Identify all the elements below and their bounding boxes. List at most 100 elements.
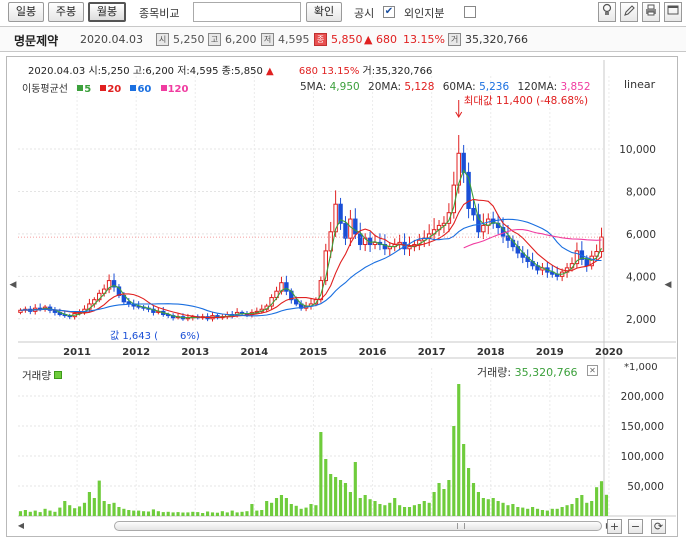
volume-close-icon[interactable]: ✕	[587, 365, 598, 376]
volume-bar	[210, 512, 215, 516]
volume-bar	[393, 498, 397, 516]
volume-bar	[402, 507, 407, 516]
max-annotation: 최대값 11,400 (-48.68%)	[464, 95, 588, 107]
volume-bar	[457, 384, 461, 516]
volume-bar	[176, 512, 180, 516]
volume-bar	[383, 505, 387, 516]
volume-bar	[471, 483, 476, 516]
volume-bar	[442, 489, 446, 516]
year-label: 2014	[240, 347, 268, 358]
year-label: 2013	[181, 347, 209, 358]
volume-bar	[245, 511, 249, 516]
hdr-pct: 13.15%	[321, 66, 360, 77]
volume-bar	[225, 512, 229, 516]
volume-bar	[289, 504, 293, 516]
ma120-period: 120	[167, 84, 189, 95]
volume-bar	[92, 498, 96, 516]
volume-tick-label: 200,000	[621, 391, 664, 403]
refresh-icon[interactable]: ⟳	[651, 519, 666, 534]
volume-bar	[378, 504, 382, 516]
chart-header-ohlc: 2020.04.03 시:5,250 고:6,200 저:4,595 종:5,8…	[28, 62, 432, 77]
ma-legend-label: 이동평균선	[22, 84, 68, 95]
candle-body	[471, 207, 476, 216]
hdr-volume: 거:35,320,766	[362, 66, 433, 77]
ma120-swatch	[160, 85, 167, 91]
volume-bar	[388, 502, 392, 516]
volume-bar	[270, 502, 274, 516]
ma60-swatch	[130, 85, 137, 91]
ma5-label: 5MA:	[300, 81, 327, 93]
volume-bar	[467, 468, 471, 516]
volume-bar	[181, 512, 185, 516]
ma20-value: 5,128	[404, 81, 435, 93]
volume-bar	[235, 512, 239, 516]
volume-bar	[156, 511, 160, 516]
volume-bar	[531, 507, 535, 516]
ma-legend: 이동평균선 5 20 60 120	[22, 80, 188, 95]
ma5-period: 5	[84, 84, 92, 95]
volume-bar	[363, 495, 367, 516]
scrollbar-thumb[interactable]	[114, 521, 602, 531]
volume-bar	[398, 505, 402, 516]
price-tick-label: 4,000	[626, 271, 656, 283]
hdr-high: 고:6,200	[132, 66, 175, 77]
horizontal-scrollbar[interactable]: ◀ ▶	[16, 521, 612, 531]
volume-bar	[555, 508, 559, 516]
volume-bar	[511, 504, 515, 516]
volume-bar	[43, 508, 47, 516]
ma20-period: 20	[107, 84, 122, 95]
volume-bar	[526, 508, 530, 516]
scale-mode-label[interactable]: linear	[624, 78, 655, 91]
volume-bar	[28, 511, 32, 516]
volume-bar	[68, 505, 72, 516]
volume-bar	[476, 492, 481, 516]
zoom-in-button[interactable]: +	[607, 519, 622, 534]
volume-bar	[97, 480, 101, 516]
volume-bar	[284, 498, 288, 516]
volume-bar	[368, 499, 372, 516]
candle-body	[348, 218, 353, 239]
min-annotation-pct: 6%)	[180, 331, 200, 342]
volume-bar	[137, 510, 141, 516]
zoom-out-button[interactable]: −	[628, 519, 643, 534]
volume-bar	[73, 508, 77, 516]
volume-tick-label: 100,000	[621, 451, 664, 463]
volume-swatch	[53, 371, 62, 379]
volume-bar	[319, 432, 323, 516]
volume-bar	[496, 501, 500, 516]
hdr-low: 저:4,595	[177, 66, 219, 77]
price-tick-label: 8,000	[626, 186, 656, 198]
volume-bar	[481, 498, 485, 516]
volume-bar	[107, 504, 111, 516]
scroll-left-icon[interactable]: ◀	[16, 521, 26, 531]
volume-bar	[604, 494, 609, 516]
ma20-swatch	[100, 85, 107, 91]
price-tick-label: 10,000	[619, 144, 656, 156]
candle-body	[584, 258, 589, 267]
volume-bar	[486, 499, 490, 516]
ma5-value: 4,950	[329, 81, 360, 93]
volume-multiplier: *1,000	[624, 362, 658, 373]
volume-bar	[565, 505, 569, 516]
ma20-label: 20MA:	[368, 81, 401, 93]
year-label: 2012	[122, 347, 150, 358]
volume-bar	[329, 474, 333, 516]
volume-bar	[250, 504, 254, 516]
volume-bar	[570, 504, 574, 516]
volume-bar	[550, 508, 554, 516]
volume-bar	[343, 483, 348, 516]
left-scroll-icon[interactable]: ◀	[8, 276, 18, 294]
volume-bar	[575, 498, 579, 516]
ma120-label: 120MA:	[517, 81, 558, 93]
volume-bar	[338, 480, 343, 516]
volume-bar	[206, 511, 210, 516]
right-scroll-icon[interactable]: ◀	[663, 276, 673, 294]
volume-bar	[112, 502, 116, 516]
volume-bar	[324, 459, 328, 516]
volume-panel-label: 거래량	[22, 368, 62, 383]
volume-bar	[279, 495, 284, 516]
volume-bar	[353, 462, 357, 516]
volume-bar	[294, 505, 298, 516]
volume-bar	[191, 511, 195, 516]
min-annotation: 값 1,643 (	[110, 330, 158, 342]
